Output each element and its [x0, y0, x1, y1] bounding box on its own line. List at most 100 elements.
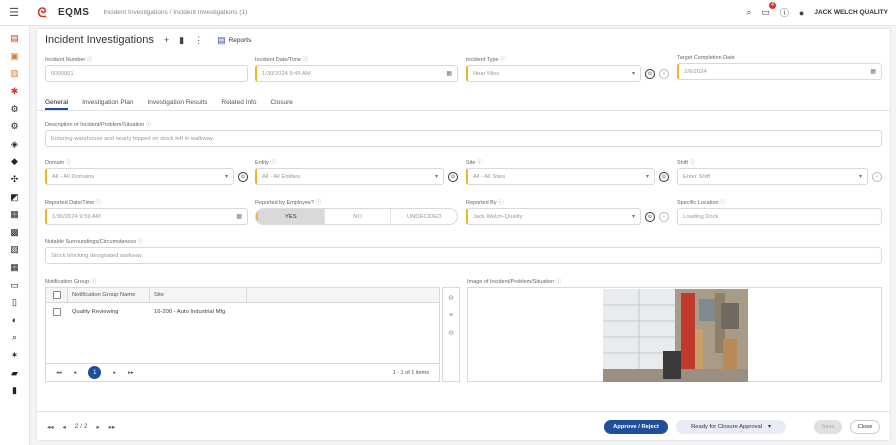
last-record-icon[interactable]: ▸▸ — [109, 423, 116, 431]
notable-surroundings-label: Notable Surroundings/Circumstances — [45, 239, 137, 245]
user-icon[interactable]: ● — [799, 8, 804, 18]
site-select[interactable]: All - All Sites ▾ — [466, 168, 655, 185]
incident-photo[interactable] — [603, 289, 748, 382]
tab-general[interactable]: General — [45, 97, 69, 110]
record-pager: ◂◂ ◂ 2 / 2 ▸ ▸▸ — [47, 423, 115, 431]
prev-record-icon[interactable]: ◂ — [63, 423, 66, 431]
tab-investigation-results[interactable]: Investigation Results — [147, 97, 207, 110]
target-completion-input[interactable]: 2/6/2024 ▦ — [677, 63, 882, 80]
add-circle-icon[interactable]: + — [659, 68, 669, 79]
report-icon: ▤ — [217, 34, 226, 45]
breadcrumb: Incident Investigations / Incident Inves… — [103, 9, 248, 16]
option-no[interactable]: NO — [323, 209, 391, 224]
close-button[interactable]: Close — [850, 419, 880, 434]
save-button[interactable]: Save — [814, 419, 842, 434]
view-icon[interactable]: ⊙ — [238, 171, 248, 182]
pin-red-icon[interactable]: ✱ — [0, 83, 30, 101]
calendar-icon[interactable]: ▦ — [0, 206, 30, 224]
column-header-name[interactable]: Notification Group Name — [68, 288, 150, 302]
box-icon[interactable]: ◈ — [0, 136, 30, 154]
next-page-icon[interactable]: ▸ — [113, 370, 116, 376]
molecule-icon[interactable]: ✣ — [0, 171, 30, 189]
book-orange-icon[interactable]: ▥ — [0, 65, 30, 83]
calendar-icon[interactable]: ▦ — [236, 213, 242, 220]
current-page[interactable]: 1 — [88, 366, 102, 379]
more-options-icon[interactable]: ⋮ — [194, 35, 203, 46]
info-icon: ⓘ — [270, 160, 276, 166]
help-icon[interactable]: ⓘ — [780, 6, 789, 19]
link-icon[interactable]: ⊖ — [448, 294, 454, 302]
cube-icon[interactable]: ◆ — [0, 153, 30, 171]
domain-label: Domain — [45, 160, 64, 166]
option-yes[interactable]: YES — [256, 209, 324, 224]
last-page-icon[interactable]: ▸▸ — [128, 370, 134, 376]
tab-investigation-plan[interactable]: Investigation Plan — [82, 97, 133, 110]
chevron-down-icon: ▾ — [767, 423, 771, 430]
notifications-icon[interactable]: ▭ 4 — [761, 2, 776, 18]
tab-closure[interactable]: Closure — [270, 97, 292, 110]
prev-page-icon[interactable]: ◂ — [74, 370, 77, 376]
gear-icon[interactable]: ⚙ — [0, 100, 30, 118]
approve-reject-button[interactable]: Approve / Reject — [604, 419, 668, 434]
grid-icon[interactable]: ▦ — [0, 259, 30, 277]
add-circle-icon[interactable]: + — [659, 211, 669, 222]
incident-number-input[interactable]: 0000001 — [45, 65, 248, 82]
calendar-icon[interactable]: ▦ — [446, 70, 452, 77]
table-row[interactable]: Quality Reviewing 16-200 - Auto Industri… — [46, 303, 439, 320]
star-icon[interactable]: ✶ — [0, 347, 30, 365]
document-red-icon[interactable]: ▤ — [0, 30, 30, 48]
entity-select[interactable]: All - All Entities ▾ — [255, 168, 444, 185]
search-icon[interactable]: ⌕ — [0, 329, 30, 347]
view-icon[interactable]: ⊙ — [645, 211, 655, 222]
description-input[interactable]: Entering warehouse and nearly tripped on… — [45, 130, 882, 147]
row-checkbox[interactable] — [53, 307, 61, 316]
delete-icon[interactable]: ▮ — [179, 35, 184, 46]
select-all-checkbox[interactable] — [52, 291, 61, 299]
notification-badge: 4 — [769, 2, 776, 9]
status-dropdown[interactable]: Ready for Closure Approval ▾ — [676, 419, 786, 434]
specific-location-input[interactable]: Loading Dock — [677, 208, 882, 225]
description-label: Description of Incident/Problem/Situatio… — [45, 122, 145, 128]
column-header-site[interactable]: Site — [150, 288, 247, 302]
info-icon: ⓘ — [500, 57, 506, 63]
notable-surroundings-input[interactable]: Stock blocking designated walkway. — [45, 247, 882, 264]
folder-orange-icon[interactable]: ▣ — [0, 48, 30, 66]
lock-icon[interactable]: ▮ — [0, 382, 30, 400]
view-icon[interactable]: ⊙ — [645, 68, 655, 79]
reported-datetime-label: Reported Date/Time — [45, 200, 95, 206]
image-field: Image of Incident/Problem/Situation ⓘ — [467, 277, 767, 287]
domain-select[interactable]: All - All Domains ▾ — [45, 168, 234, 185]
file-icon[interactable]: ▯ — [0, 294, 30, 312]
option-undecided[interactable]: UNDECIDED — [390, 209, 457, 224]
add-icon[interactable]: + — [164, 35, 169, 45]
reported-by-select[interactable]: Jack Welch-Quality ▾ — [466, 208, 641, 225]
add-circle-icon[interactable]: + — [872, 171, 882, 182]
view-icon[interactable]: ⊙ — [448, 171, 458, 182]
incident-type-select[interactable]: Near Miss ▾ — [466, 65, 641, 82]
briefcase-icon[interactable]: ▩ — [0, 224, 30, 242]
gears-icon[interactable]: ⚙ — [0, 118, 30, 136]
truck-icon[interactable]: ▰ — [0, 364, 30, 382]
chart-icon[interactable]: ◐ — [0, 312, 30, 330]
tab-bar: General Investigation Plan Investigation… — [37, 97, 890, 111]
first-page-icon[interactable]: ◂◂ — [56, 370, 62, 376]
remove-circle-icon[interactable]: ⊝ — [448, 329, 454, 337]
shift-select[interactable]: Enter Shift ▾ — [677, 168, 868, 185]
list-icon[interactable]: ≡ — [449, 312, 453, 319]
first-record-icon[interactable]: ◂◂ — [47, 423, 54, 431]
search-icon[interactable]: ⌕ — [746, 7, 751, 18]
printer-icon[interactable]: ▨ — [0, 241, 30, 259]
reported-datetime-input[interactable]: 1/30/2024 9:59 AM ▦ — [45, 208, 248, 225]
layers-icon[interactable]: ◩ — [0, 188, 30, 206]
view-icon[interactable]: ⊙ — [659, 171, 669, 182]
calendar-icon[interactable]: ▦ — [870, 68, 876, 75]
hamburger-menu-icon[interactable]: ☰ — [0, 6, 28, 19]
incident-datetime-input[interactable]: 1/30/2024 9:45 AM ▦ — [255, 65, 458, 82]
tab-related-info[interactable]: Related Info — [221, 97, 256, 110]
chevron-down-icon: ▾ — [645, 174, 649, 180]
next-record-icon[interactable]: ▸ — [96, 423, 99, 431]
user-name[interactable]: JACK WELCH QUALITY — [814, 9, 888, 16]
reports-button[interactable]: ▤ Reports — [217, 35, 251, 46]
specific-location-label: Specific Location — [677, 200, 719, 206]
id-card-icon[interactable]: ▭ — [0, 276, 30, 294]
